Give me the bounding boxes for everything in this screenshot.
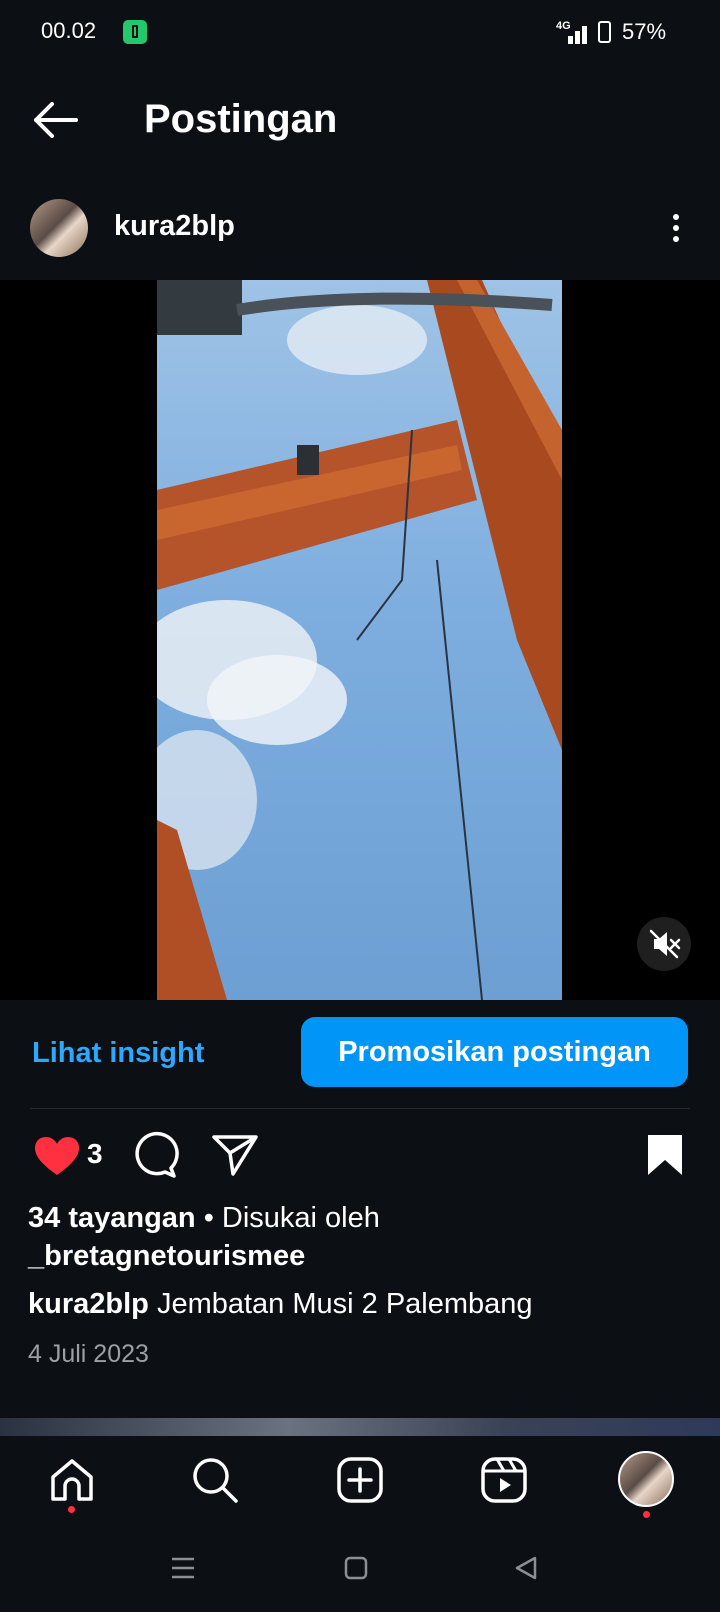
- liked-by-user[interactable]: _bretagnetourismee: [28, 1240, 305, 1273]
- mute-button[interactable]: [637, 917, 691, 971]
- view-insights-link[interactable]: Lihat insight: [32, 1037, 204, 1070]
- send-icon: [212, 1135, 258, 1176]
- caption: kura2blp Jembatan Musi 2 Palembang: [28, 1288, 533, 1321]
- views-count[interactable]: 34 tayangan: [28, 1202, 196, 1234]
- tab-search[interactable]: [190, 1455, 240, 1505]
- back-button[interactable]: [30, 98, 80, 142]
- more-options-button[interactable]: [664, 208, 688, 248]
- caption-username[interactable]: kura2blp: [28, 1288, 149, 1320]
- next-post-preview: [0, 1418, 720, 1436]
- video-scene-image: [157, 280, 562, 1000]
- comment-icon: [135, 1131, 179, 1178]
- recent-apps-button[interactable]: [170, 1556, 196, 1580]
- status-time: 00.02: [41, 18, 97, 43]
- tab-create[interactable]: [335, 1455, 385, 1505]
- triangle-back-icon: [515, 1556, 537, 1580]
- post-video[interactable]: [0, 280, 720, 1000]
- share-button[interactable]: [211, 1133, 259, 1177]
- bookmark-filled-icon: [648, 1135, 682, 1175]
- post-date: 4 Juli 2023: [28, 1340, 149, 1368]
- profile-notification-dot: [643, 1511, 650, 1518]
- tab-profile[interactable]: [618, 1451, 674, 1507]
- reels-icon: [481, 1457, 527, 1503]
- save-button[interactable]: [646, 1133, 684, 1177]
- back-system-button[interactable]: [514, 1555, 538, 1581]
- tab-home[interactable]: [47, 1455, 97, 1505]
- plus-square-icon: [337, 1457, 383, 1503]
- promote-post-button[interactable]: Promosikan postingan: [301, 1017, 688, 1087]
- arrow-left-icon: [34, 102, 78, 138]
- battery-icon: [598, 21, 611, 43]
- signal-icon: [562, 22, 590, 44]
- tab-reels[interactable]: [479, 1455, 529, 1505]
- caption-text: Jembatan Musi 2 Palembang: [156, 1288, 533, 1320]
- comment-button[interactable]: [131, 1131, 179, 1179]
- like-button[interactable]: [33, 1135, 81, 1177]
- home-icon: [51, 1459, 93, 1501]
- status-bar: 00.02 4G 57%: [0, 0, 720, 66]
- menu-icon: [172, 1557, 194, 1579]
- heart-filled-icon: [35, 1137, 79, 1175]
- liked-by-label: • Disukai oleh: [203, 1202, 380, 1234]
- battery-percent: 57%: [622, 19, 667, 44]
- page-title: Postingan: [144, 97, 338, 141]
- home-system-button[interactable]: [344, 1556, 368, 1580]
- avatar[interactable]: [30, 199, 88, 257]
- search-icon: [193, 1458, 238, 1503]
- square-icon: [344, 1556, 368, 1580]
- post-username[interactable]: kura2blp: [114, 210, 235, 243]
- home-notification-dot: [68, 1506, 75, 1513]
- divider: [30, 1108, 690, 1109]
- video-frame: [157, 280, 562, 1000]
- battery-saver-icon: [123, 20, 147, 44]
- likes-count[interactable]: 3: [87, 1138, 103, 1170]
- views-and-likes: 34 tayangan • Disukai oleh: [28, 1202, 380, 1235]
- volume-off-icon: [649, 929, 681, 959]
